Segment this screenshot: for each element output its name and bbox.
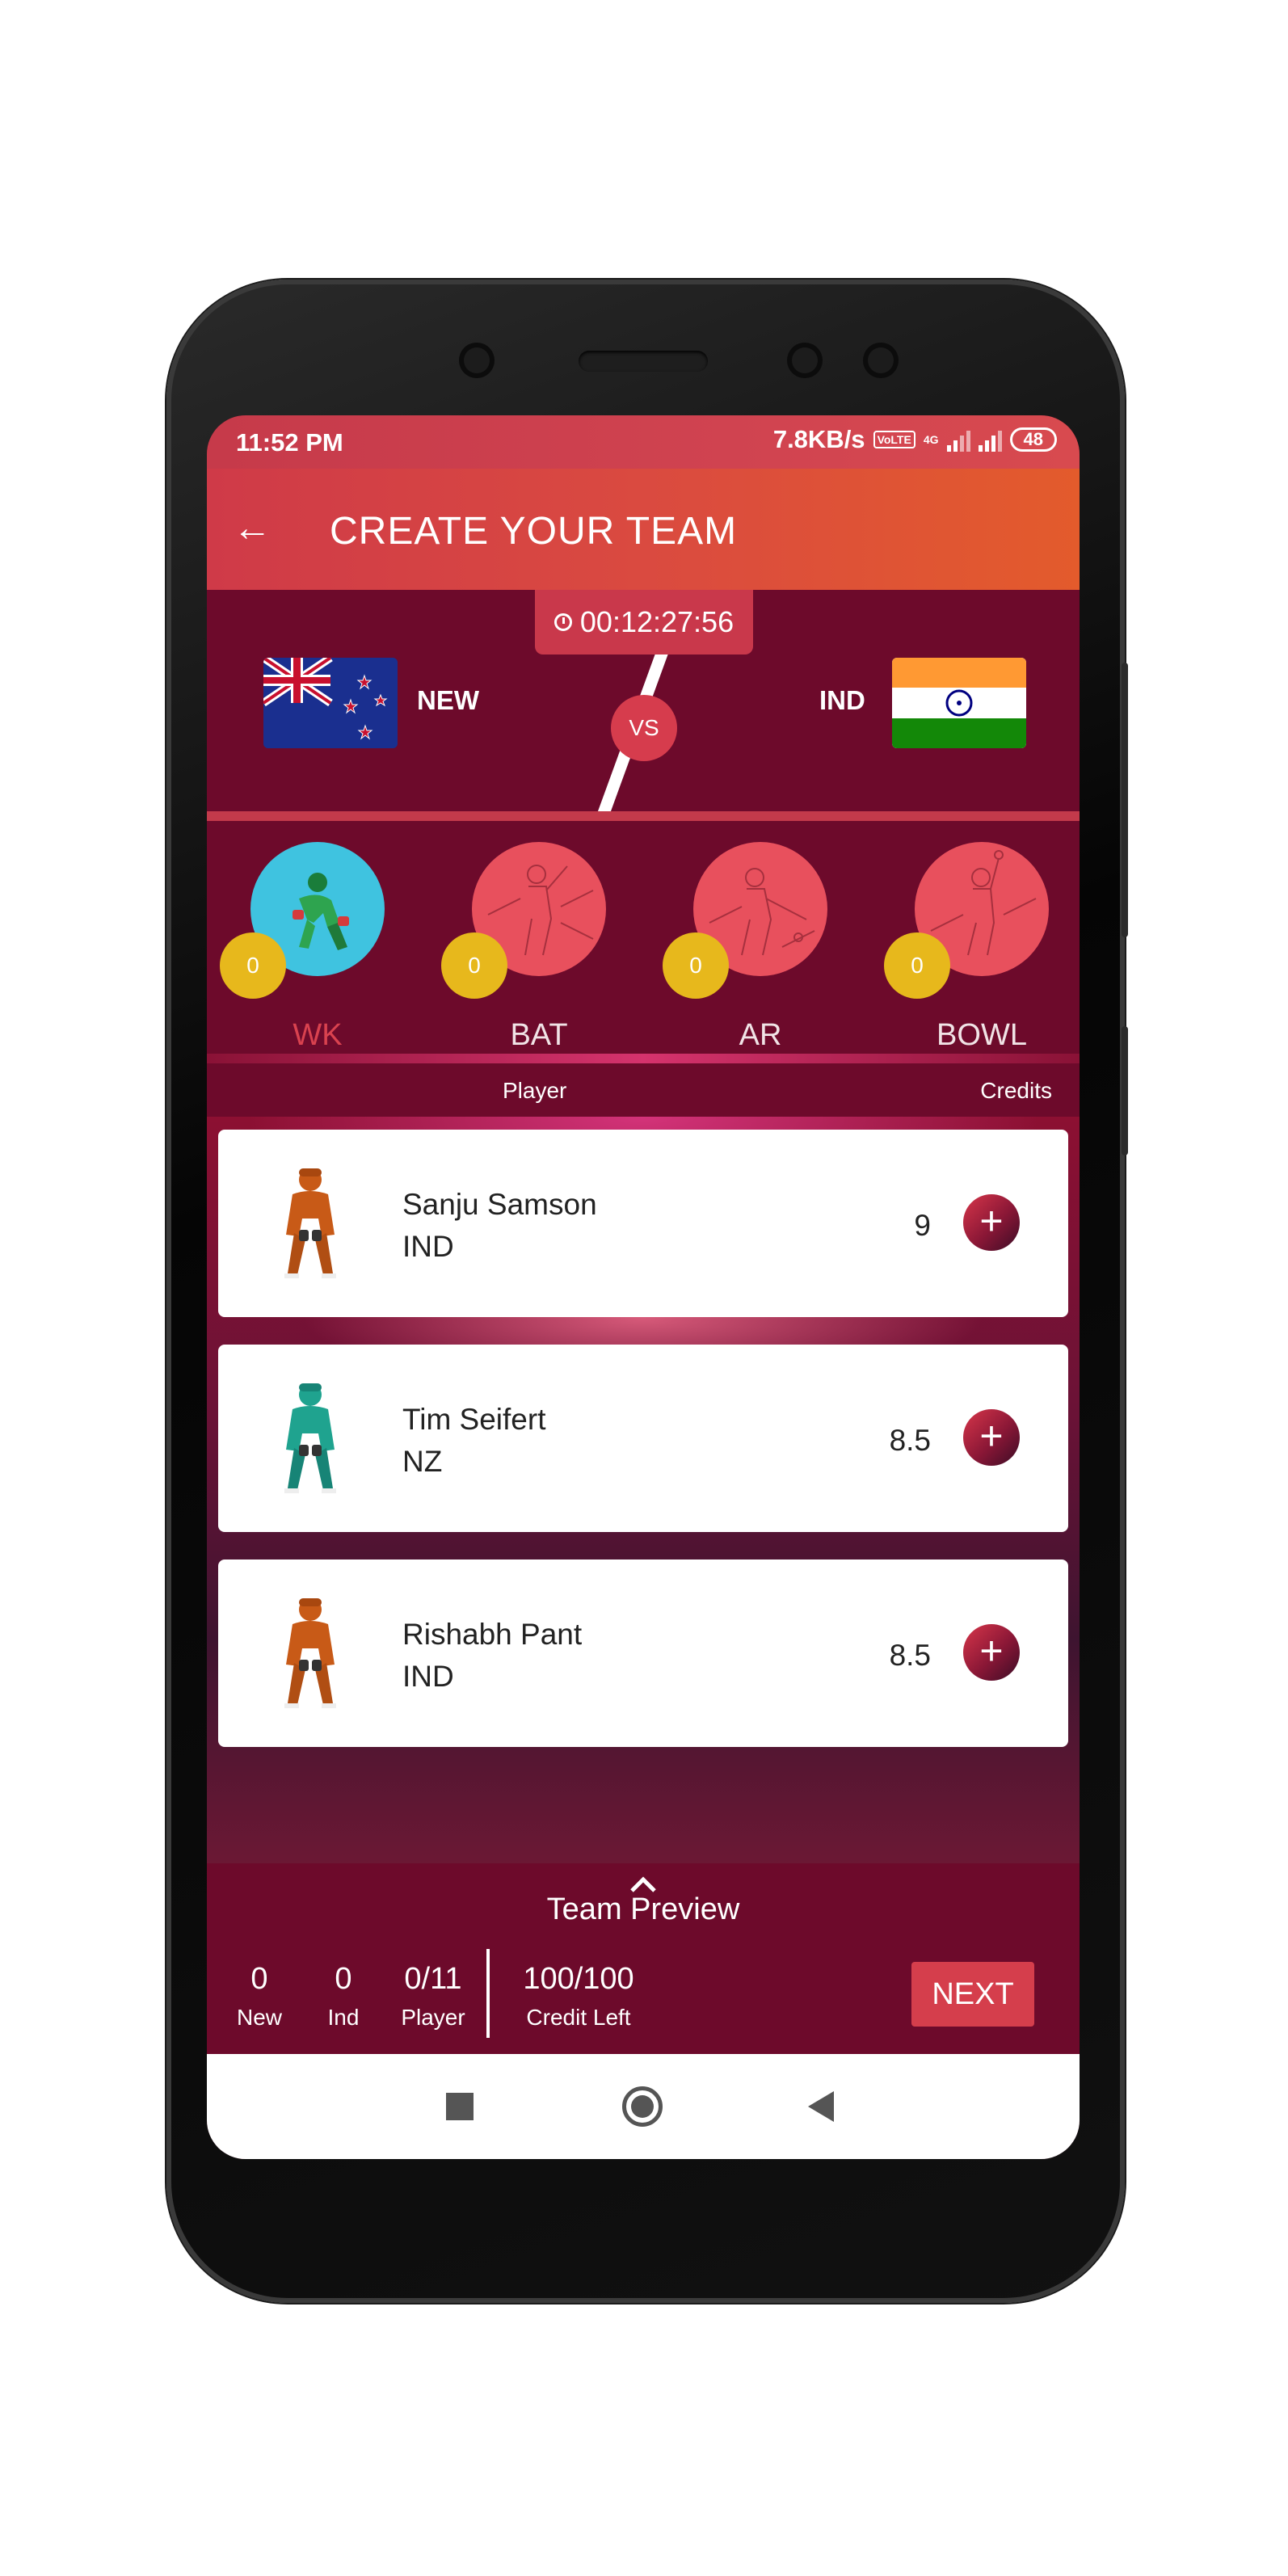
list-header: Player Credits bbox=[207, 1063, 1080, 1117]
player-name: Rishabh Pant bbox=[402, 1618, 583, 1651]
stat-value: 0 bbox=[335, 1962, 352, 1996]
player-card[interactable]: Sanju Samson IND 9 + bbox=[218, 1130, 1068, 1317]
signal-icon bbox=[946, 427, 970, 452]
add-player-button[interactable]: + bbox=[963, 1194, 1020, 1251]
tab-bat[interactable]: 0 BAT bbox=[440, 842, 617, 1060]
ar-label: AR bbox=[739, 1018, 782, 1052]
stat-credit-left: 100/100 Credit Left bbox=[506, 1962, 651, 2031]
volume-button bbox=[1122, 663, 1128, 937]
player-credits: 9 bbox=[914, 1209, 931, 1242]
stat-label: Ind bbox=[327, 2005, 360, 2030]
tab-ar[interactable]: 0 AR bbox=[661, 842, 839, 1060]
stat-label: Player bbox=[401, 2005, 465, 2030]
page-title: CREATE YOUR TEAM bbox=[330, 510, 738, 553]
team1-code: NEW bbox=[417, 685, 479, 715]
stat-new: 0 New bbox=[223, 1962, 296, 2031]
home-icon[interactable] bbox=[622, 2086, 663, 2127]
player-list: Sanju Samson IND 9 + Tim Seifert NZ 8.5 … bbox=[207, 1117, 1080, 1863]
network-type: 4G bbox=[923, 433, 939, 446]
recents-icon[interactable] bbox=[446, 2093, 474, 2120]
match-header: 00:12:27:56 NEW VS IND bbox=[207, 590, 1080, 821]
status-time: 11:52 PM bbox=[236, 428, 343, 457]
credits-column-header: Credits bbox=[980, 1078, 1052, 1103]
back-triangle-icon[interactable] bbox=[808, 2091, 834, 2122]
stat-label: New bbox=[236, 2005, 282, 2030]
stat-value: 0/11 bbox=[404, 1962, 462, 1996]
earpiece-speaker bbox=[579, 351, 708, 372]
stopwatch-icon bbox=[554, 613, 572, 631]
nz-flag-icon bbox=[263, 658, 398, 748]
tab-wk[interactable]: 0 WK bbox=[218, 842, 396, 1060]
player-credits: 8.5 bbox=[889, 1639, 931, 1672]
category-underline bbox=[207, 1054, 1080, 1063]
sensor bbox=[787, 343, 823, 378]
bowl-label: BOWL bbox=[937, 1018, 1027, 1052]
status-bar: 11:52 PM 7.8KB/s VoLTE 4G 48 bbox=[207, 415, 1080, 469]
stat-label: Credit Left bbox=[526, 2005, 631, 2030]
wicketkeeper-avatar-icon bbox=[284, 1383, 336, 1493]
volte-icon: VoLTE bbox=[873, 431, 915, 448]
sensor-2 bbox=[863, 343, 899, 378]
signal-icon-2 bbox=[978, 427, 1002, 452]
countdown-timer: 00:12:27:56 bbox=[535, 590, 753, 655]
wk-label: WK bbox=[293, 1018, 343, 1052]
add-player-button[interactable]: + bbox=[963, 1409, 1020, 1466]
vs-badge: VS bbox=[611, 695, 677, 761]
app-screen: 11:52 PM 7.8KB/s VoLTE 4G 48 ← CREATE YO… bbox=[207, 415, 1080, 2159]
bowl-count: 0 bbox=[884, 932, 950, 999]
category-tabs: 0 WK 0 BAT 0 AR 0 BOWL bbox=[207, 821, 1080, 1063]
team-preview-button[interactable]: Team Preview bbox=[207, 1892, 1080, 1927]
wk-count: 0 bbox=[220, 932, 286, 999]
wicketkeeper-avatar-icon bbox=[284, 1168, 336, 1278]
stat-value: 100/100 bbox=[523, 1962, 634, 1996]
bat-count: 0 bbox=[441, 932, 507, 999]
player-team: IND bbox=[402, 1660, 454, 1693]
stat-value: 0 bbox=[250, 1962, 268, 1996]
ar-count: 0 bbox=[663, 932, 729, 999]
team2-code: IND bbox=[819, 685, 865, 715]
stat-player: 0/11 Player bbox=[385, 1962, 482, 2031]
next-button[interactable]: NEXT bbox=[911, 1962, 1034, 2027]
back-arrow-icon[interactable]: ← bbox=[228, 504, 276, 553]
tab-bowl[interactable]: 0 BOWL bbox=[882, 842, 1060, 1060]
player-team: NZ bbox=[402, 1445, 443, 1478]
battery-icon: 48 bbox=[1009, 427, 1057, 452]
add-player-button[interactable]: + bbox=[963, 1624, 1020, 1681]
network-speed: 7.8KB/s bbox=[772, 425, 865, 453]
timer-value: 00:12:27:56 bbox=[579, 605, 734, 638]
wicketkeeper-avatar-icon bbox=[284, 1598, 336, 1708]
app-bar: ← CREATE YOUR TEAM bbox=[207, 469, 1080, 590]
player-card[interactable]: Rishabh Pant IND 8.5 + bbox=[218, 1559, 1068, 1747]
bat-label: BAT bbox=[510, 1018, 568, 1052]
player-credits: 8.5 bbox=[889, 1424, 931, 1457]
player-column-header: Player bbox=[503, 1078, 567, 1103]
stat-ind: 0 Ind bbox=[307, 1962, 380, 2031]
power-button bbox=[1122, 1026, 1128, 1155]
status-indicators: 7.8KB/s VoLTE 4G 48 bbox=[773, 425, 1057, 454]
player-name: Sanju Samson bbox=[402, 1188, 597, 1221]
team-footer: Team Preview 0 New 0 Ind 0/11 Player 100… bbox=[207, 1863, 1080, 2054]
front-camera bbox=[459, 343, 495, 378]
match-underline bbox=[207, 811, 1080, 821]
system-nav-bar bbox=[207, 2054, 1080, 2159]
stats-divider bbox=[486, 1949, 490, 2038]
player-team: IND bbox=[402, 1230, 454, 1263]
player-name: Tim Seifert bbox=[402, 1403, 546, 1436]
india-flag-icon bbox=[892, 658, 1026, 748]
player-card[interactable]: Tim Seifert NZ 8.5 + bbox=[218, 1345, 1068, 1532]
